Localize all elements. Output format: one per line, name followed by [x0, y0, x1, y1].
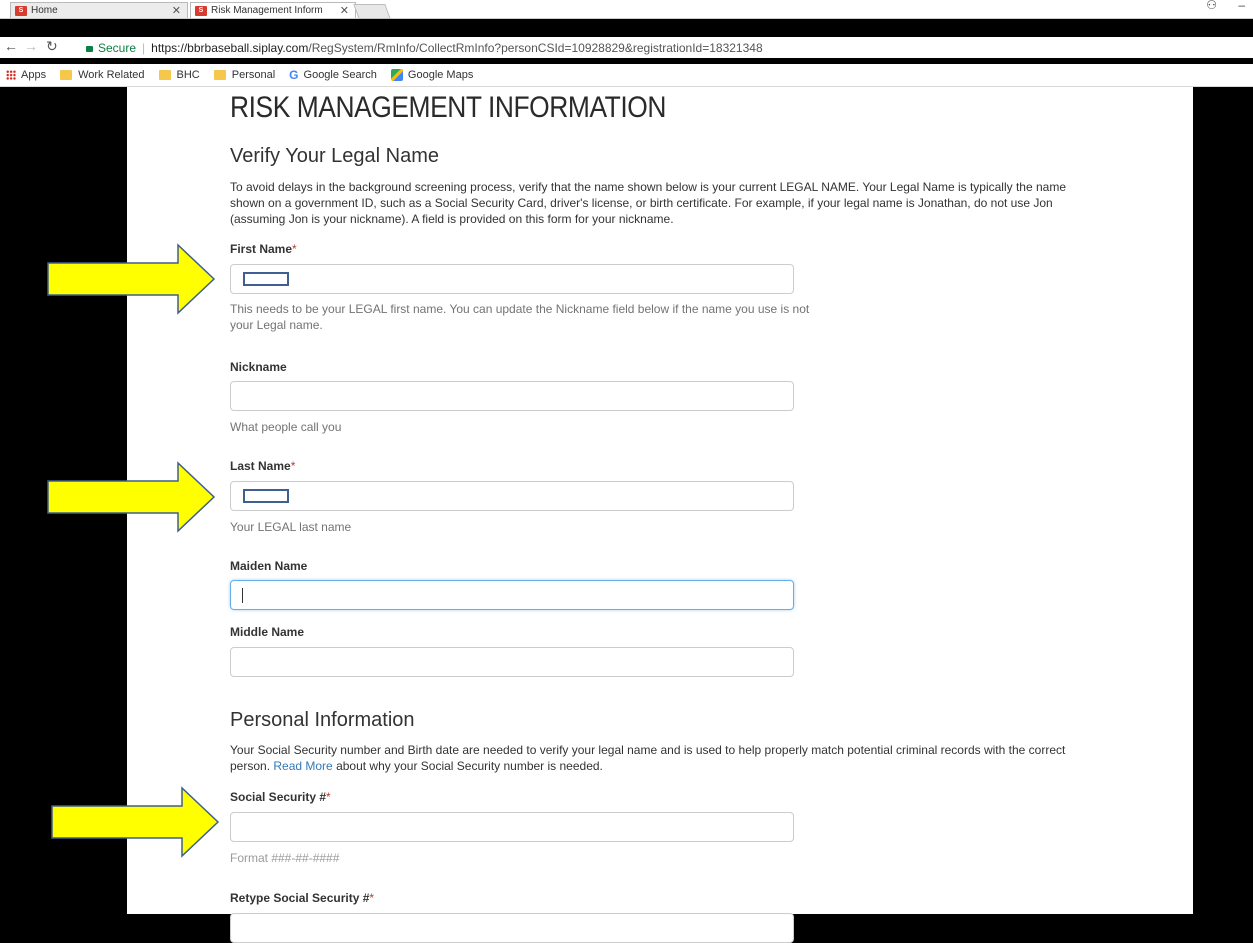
legal-name-intro: To avoid delays in the background screen…: [230, 180, 1066, 226]
profile-icon[interactable]: ⚇: [1206, 0, 1217, 12]
annotation-arrow-first-name: [47, 243, 216, 315]
nickname-help: What people call you: [230, 420, 342, 434]
ssn-label-text: Social Security #: [230, 790, 327, 804]
retype-ssn-label-text: Retype Social Security #: [230, 891, 370, 905]
tab-strip: S Home ✕ S Risk Management Inform ✕ ⚇ –: [0, 0, 1253, 19]
text-caret: [242, 588, 243, 603]
folder-icon: [213, 70, 226, 80]
first-name-help: This needs to be your LEGAL first name. …: [230, 302, 810, 332]
bookmark-google-maps[interactable]: Google Maps: [390, 69, 474, 81]
required-mark: *: [326, 790, 331, 804]
bookmark-apps[interactable]: Apps: [0, 69, 46, 81]
bookmark-work-related[interactable]: Work Related: [60, 69, 145, 81]
middle-name-label: Middle Name: [230, 625, 305, 639]
ssn-label: Social Security #*: [230, 790, 331, 804]
nickname-input[interactable]: [230, 381, 794, 411]
google-icon: G: [289, 68, 299, 82]
url-path: /RegSystem/RmInfo/CollectRmInfo?personCS…: [308, 41, 763, 55]
page-container: RISK MANAGEMENT INFORMATION Verify Your …: [127, 87, 1193, 943]
folder-icon: [60, 70, 73, 80]
reload-icon[interactable]: ↻: [46, 38, 58, 55]
redacted-value: [243, 489, 289, 503]
secure-label: Secure: [98, 41, 137, 55]
folder-icon: [158, 70, 171, 80]
last-name-label-text: Last Name: [230, 459, 291, 473]
personal-info-heading: Personal Information: [230, 709, 415, 731]
last-name-label: Last Name*: [230, 459, 295, 473]
tab-close-icon[interactable]: ✕: [340, 4, 349, 17]
legal-name-heading: Verify Your Legal Name: [230, 145, 440, 167]
middle-name-input[interactable]: [230, 647, 794, 677]
minimize-icon[interactable]: –: [1238, 0, 1245, 12]
annotation-arrow-ssn: [51, 786, 220, 858]
url-text: https://bbrbaseball.siplay.com/RegSystem…: [151, 41, 762, 55]
required-mark: *: [369, 891, 375, 905]
bookmarks-bar: Apps Work Related BHC Personal G Google …: [0, 64, 1253, 87]
window-controls: ⚇ –: [1188, 0, 1245, 12]
siplay-favicon-icon: S: [195, 5, 207, 16]
bookmark-bhc-label: BHC: [176, 69, 200, 81]
ssn-format-help: Format ###-##-####: [230, 851, 340, 865]
tab-close-icon[interactable]: ✕: [172, 4, 181, 17]
maiden-name-input[interactable]: [230, 580, 794, 610]
siplay-favicon-icon: S: [15, 5, 27, 16]
ssn-input[interactable]: [230, 812, 794, 842]
required-mark: *: [290, 459, 296, 473]
bookmark-personal[interactable]: Personal: [213, 69, 276, 81]
first-name-input[interactable]: [230, 264, 794, 294]
last-name-help: Your LEGAL last name: [230, 520, 352, 534]
personal-info-intro-tail: about why your Social Security number is…: [332, 759, 603, 773]
bookmark-google-search-label: Google Search: [303, 69, 377, 81]
bookmark-apps-label: Apps: [21, 69, 47, 81]
retype-ssn-input[interactable]: [230, 913, 794, 943]
first-name-label-text: First Name: [230, 242, 293, 256]
page-title: RISK MANAGEMENT INFORMATION: [230, 91, 666, 124]
personal-info-intro: Your Social Security number and Birth da…: [230, 742, 1080, 774]
lock-icon: [86, 46, 93, 52]
bookmark-bhc[interactable]: BHC: [158, 69, 200, 81]
back-arrow-icon[interactable]: ←: [4, 38, 18, 54]
nickname-label: Nickname: [230, 360, 287, 374]
redacted-value: [243, 272, 289, 286]
forward-arrow-icon[interactable]: →: [24, 38, 38, 54]
tab-home[interactable]: S Home ✕: [10, 2, 188, 18]
new-tab-button[interactable]: [353, 4, 391, 19]
read-more-link[interactable]: Read More: [273, 759, 332, 773]
google-maps-icon: [390, 69, 403, 81]
address-bar[interactable]: Secure | https://bbrbaseball.siplay.com/…: [86, 39, 1246, 57]
annotation-arrow-last-name: [47, 461, 216, 533]
last-name-input[interactable]: [230, 481, 794, 511]
retype-ssn-label: Retype Social Security #*: [230, 891, 374, 905]
maiden-name-label: Maiden Name: [230, 559, 308, 573]
tab-home-label: Home: [31, 5, 58, 16]
required-mark: *: [292, 242, 297, 256]
bookmark-work-related-label: Work Related: [78, 69, 145, 81]
bookmark-google-maps-label: Google Maps: [407, 69, 474, 81]
url-host: https://bbrbaseball.siplay.com: [151, 41, 309, 55]
bookmark-google-search[interactable]: G Google Search: [289, 68, 377, 82]
first-name-label: First Name*: [230, 242, 297, 256]
omnibox-separator: |: [142, 41, 146, 55]
bookmark-personal-label: Personal: [231, 69, 276, 81]
apps-grid-icon: [6, 70, 16, 80]
tab-risk-management[interactable]: S Risk Management Inform ✕: [190, 2, 356, 18]
tab-risk-management-label: Risk Management Inform: [211, 5, 323, 16]
